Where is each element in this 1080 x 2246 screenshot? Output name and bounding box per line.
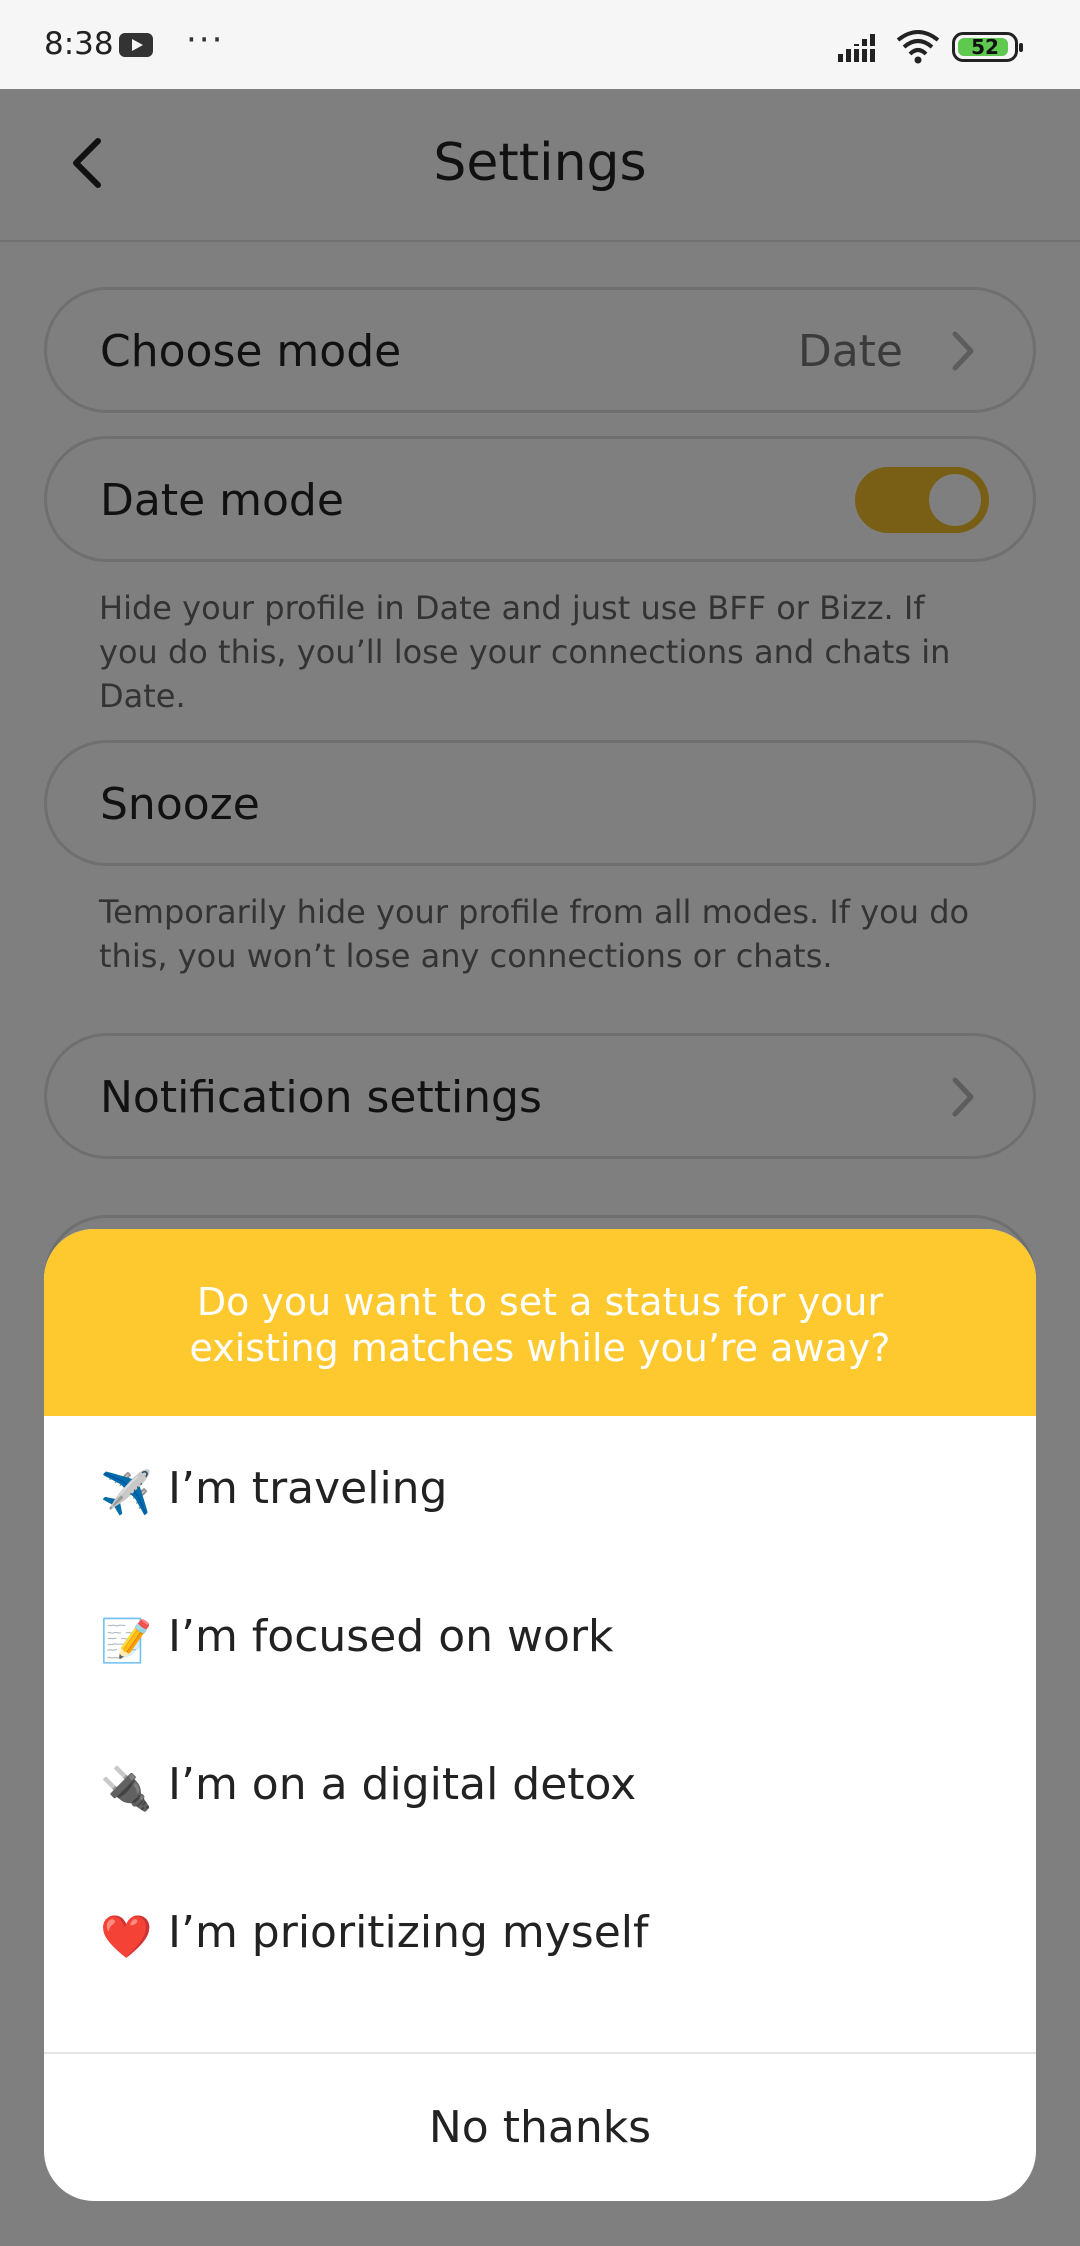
status-option-digital-detox[interactable]: 🔌 I’m on a digital detox (44, 1714, 1036, 1862)
heart-icon: ❤️ (100, 1912, 153, 1961)
status-option-label: I’m focused on work (168, 1611, 614, 1662)
battery-level: 52 (971, 35, 999, 59)
status-option-prioritizing[interactable]: ❤️ I’m prioritizing myself (44, 1862, 1036, 2010)
status-option-traveling[interactable]: ✈️ I’m traveling (44, 1418, 1036, 1566)
status-option-label: I’m traveling (168, 1463, 448, 1514)
airplane-icon: ✈️ (100, 1468, 153, 1517)
status-option-label: I’m prioritizing myself (168, 1907, 649, 1958)
signal-icon (838, 34, 882, 62)
wifi-icon (896, 30, 940, 64)
plug-icon: 🔌 (100, 1764, 153, 1813)
status-option-label: I’m on a digital detox (168, 1759, 637, 1810)
status-option-work[interactable]: 📝 I’m focused on work (44, 1566, 1036, 1714)
battery-icon: 52 (952, 32, 1023, 62)
status-time: 8:38 (44, 26, 114, 62)
no-thanks-button[interactable]: No thanks (44, 2054, 1036, 2201)
dialog-header: Do you want to set a status for your exi… (44, 1229, 1036, 1416)
memo-icon: 📝 (100, 1616, 153, 1665)
status-dialog: Do you want to set a status for your exi… (44, 1229, 1036, 2201)
more-dots-icon: ··· (186, 20, 225, 60)
status-bar: 8:38 ··· 52 (0, 0, 1080, 89)
dialog-title: Do you want to set a status for your exi… (189, 1280, 891, 1370)
youtube-icon (119, 33, 153, 57)
